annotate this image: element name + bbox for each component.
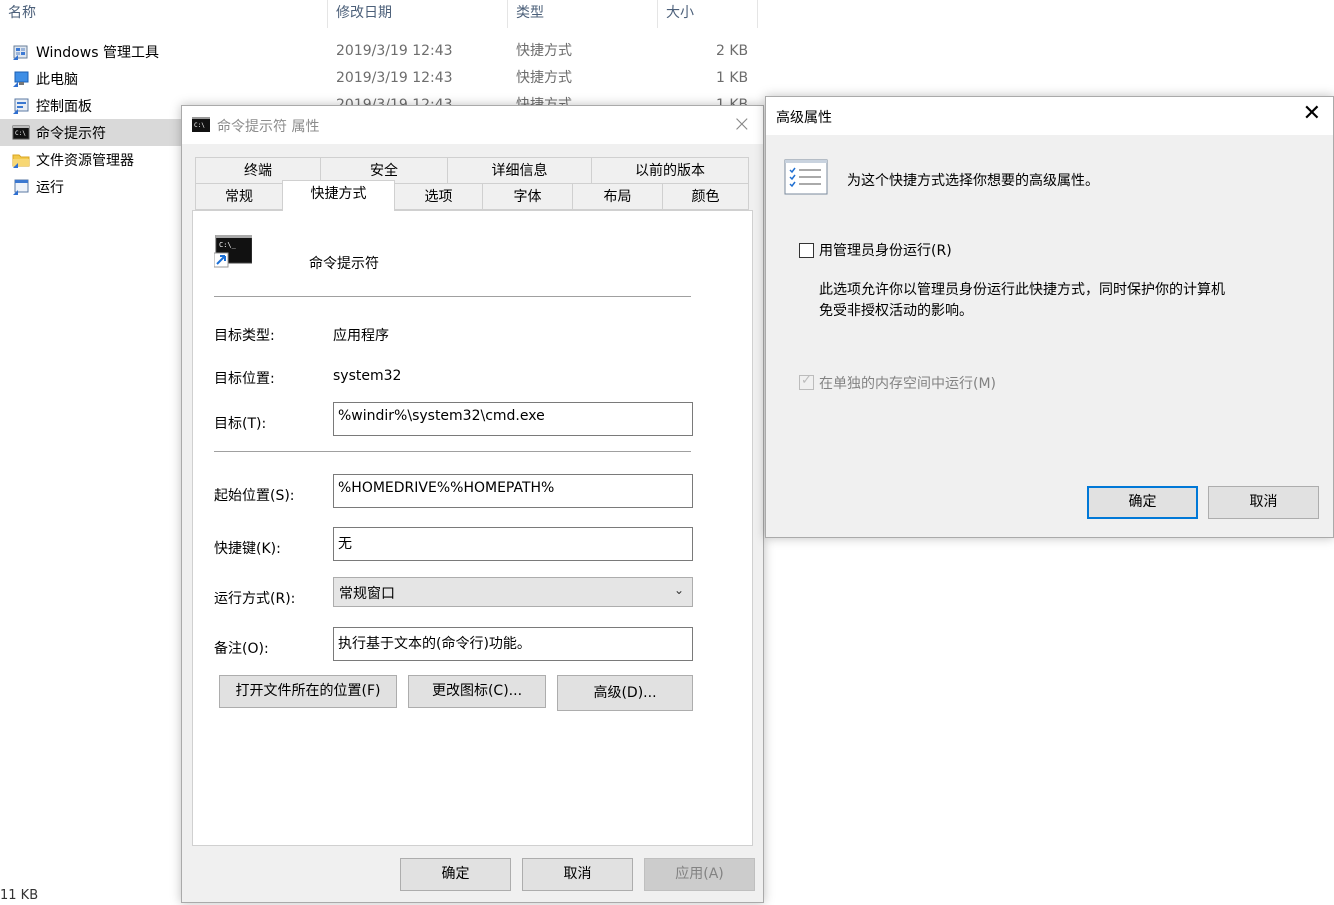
target-location-value: system32 [333,368,402,384]
ok-button[interactable]: 确定 [1087,486,1198,519]
hotkey-label: 快捷键(K): [214,541,281,557]
comment-input[interactable]: 执行基于文本的(命令行)功能。 [333,627,693,661]
file-name: 此电脑 [36,71,78,88]
separate-memory-label: 在单独的内存空间中运行(M) [819,376,997,392]
file-type: 快捷方式 [516,43,572,59]
run-icon [13,179,29,195]
file-name: Windows 管理工具 [36,44,159,61]
hotkey-input[interactable]: 无 [333,527,693,561]
tab-options[interactable]: 选项 [394,183,483,210]
cancel-button[interactable]: 取消 [522,858,633,891]
tab-general[interactable]: 常规 [195,183,283,210]
tab-shortcut[interactable]: 快捷方式 [282,180,395,211]
file-row[interactable]: 运行 [0,173,182,200]
properties-dialog: C:\ 命令提示符 属性 × 终端 安全 详细信息 以前的版本 常规 快捷方式 … [181,105,764,903]
divider [214,451,691,452]
svg-text:C:\: C:\ [15,130,26,137]
file-row[interactable]: Windows 管理工具 2019/3/19 12:43 快捷方式 2 KB [0,38,760,65]
close-icon[interactable]: × [733,112,751,137]
column-header-row: 名称 修改日期 类型 大小 [0,0,758,28]
advanced-title: 高级属性 [776,110,832,126]
tab-layout[interactable]: 布局 [572,183,663,210]
column-type[interactable]: 类型 [508,0,658,28]
file-name: 运行 [36,179,64,196]
run-select-value: 常规窗口 [339,586,395,602]
folder-icon [12,154,30,168]
start-in-input[interactable]: %HOMEDRIVE%%HOMEPATH% [333,474,693,508]
target-label: 目标(T): [214,416,267,432]
properties-title: 命令提示符 属性 [217,119,320,135]
properties-titlebar[interactable]: C:\ 命令提示符 属性 × [182,106,763,144]
control-panel-icon [13,98,29,114]
file-size: 2 KB [716,43,749,59]
file-name: 命令提示符 [36,125,106,142]
tab-previous-versions[interactable]: 以前的版本 [591,157,749,184]
column-size[interactable]: 大小 [658,0,758,28]
run-as-admin-checkbox[interactable] [799,243,814,258]
run-select[interactable]: 常规窗口 ⌄ [333,577,693,607]
command-prompt-icon: C:\ [192,117,210,132]
file-type: 快捷方式 [516,70,572,86]
shortcut-name: 命令提示符 [309,256,379,272]
cancel-button[interactable]: 取消 [1208,486,1319,519]
start-in-label: 起始位置(S): [214,488,295,504]
ok-button[interactable]: 确定 [400,858,511,891]
file-name: 控制面板 [36,98,92,115]
command-prompt-icon: C:\ [12,125,30,139]
run-as-admin-label[interactable]: 用管理员身份运行(R) [819,240,952,260]
tab-font[interactable]: 字体 [482,183,573,210]
run-as-admin-description: 免受非授权活动的影响。 [819,303,973,319]
svg-text:C:\: C:\ [194,122,205,129]
open-file-location-button[interactable]: 打开文件所在的位置(F) [219,675,397,708]
file-row[interactable]: 文件资源管理器 [0,146,182,173]
file-size: 1 KB [716,70,749,86]
svg-text:C:\_: C:\_ [219,241,237,249]
file-date: 2019/3/19 12:43 [336,70,453,86]
tab-colors[interactable]: 颜色 [662,183,749,210]
command-prompt-icon: C:\_ [214,235,252,268]
this-pc-icon [13,71,29,87]
comment-label: 备注(O): [214,641,269,657]
apply-button: 应用(A) [644,858,755,891]
advanced-description: 为这个快捷方式选择你想要的高级属性。 [847,173,1099,189]
advanced-properties-dialog: 高级属性 ✕ 为这个快捷方式选择你想要的高级属性。 用管理员身份运行(R) 此选… [765,96,1334,538]
run-label: 运行方式(R): [214,591,296,607]
checklist-icon [784,159,828,195]
target-input[interactable]: %windir%\system32\cmd.exe [333,402,693,436]
file-name: 文件资源管理器 [36,152,134,169]
column-date[interactable]: 修改日期 [328,0,508,28]
file-row[interactable]: 此电脑 2019/3/19 12:43 快捷方式 1 KB [0,65,760,92]
advanced-titlebar[interactable]: 高级属性 ✕ [766,97,1333,135]
chevron-down-icon: ⌄ [673,583,684,597]
separate-memory-checkbox [799,373,814,390]
target-type-value: 应用程序 [333,328,389,344]
file-row[interactable]: C:\ 命令提示符 [0,119,182,146]
file-date: 2019/3/19 12:43 [336,43,453,59]
sort-ascending-icon: ^ [160,0,169,7]
change-icon-button[interactable]: 更改图标(C)... [408,675,546,708]
target-location-label: 目标位置: [214,371,275,387]
target-type-label: 目标类型: [214,328,275,344]
status-total-size: 11 KB [0,888,39,903]
run-as-admin-description: 此选项允许你以管理员身份运行此快捷方式，同时保护你的计算机 [819,282,1225,298]
admin-tools-icon [13,45,28,60]
close-icon[interactable]: ✕ [1303,101,1321,126]
divider [214,296,691,297]
advanced-button[interactable]: 高级(D)... [557,675,693,711]
tab-details[interactable]: 详细信息 [447,157,592,184]
shortcut-tab-panel: C:\_ 命令提示符 目标类型: 应用程序 目标位置: system32 目标(… [192,210,753,846]
